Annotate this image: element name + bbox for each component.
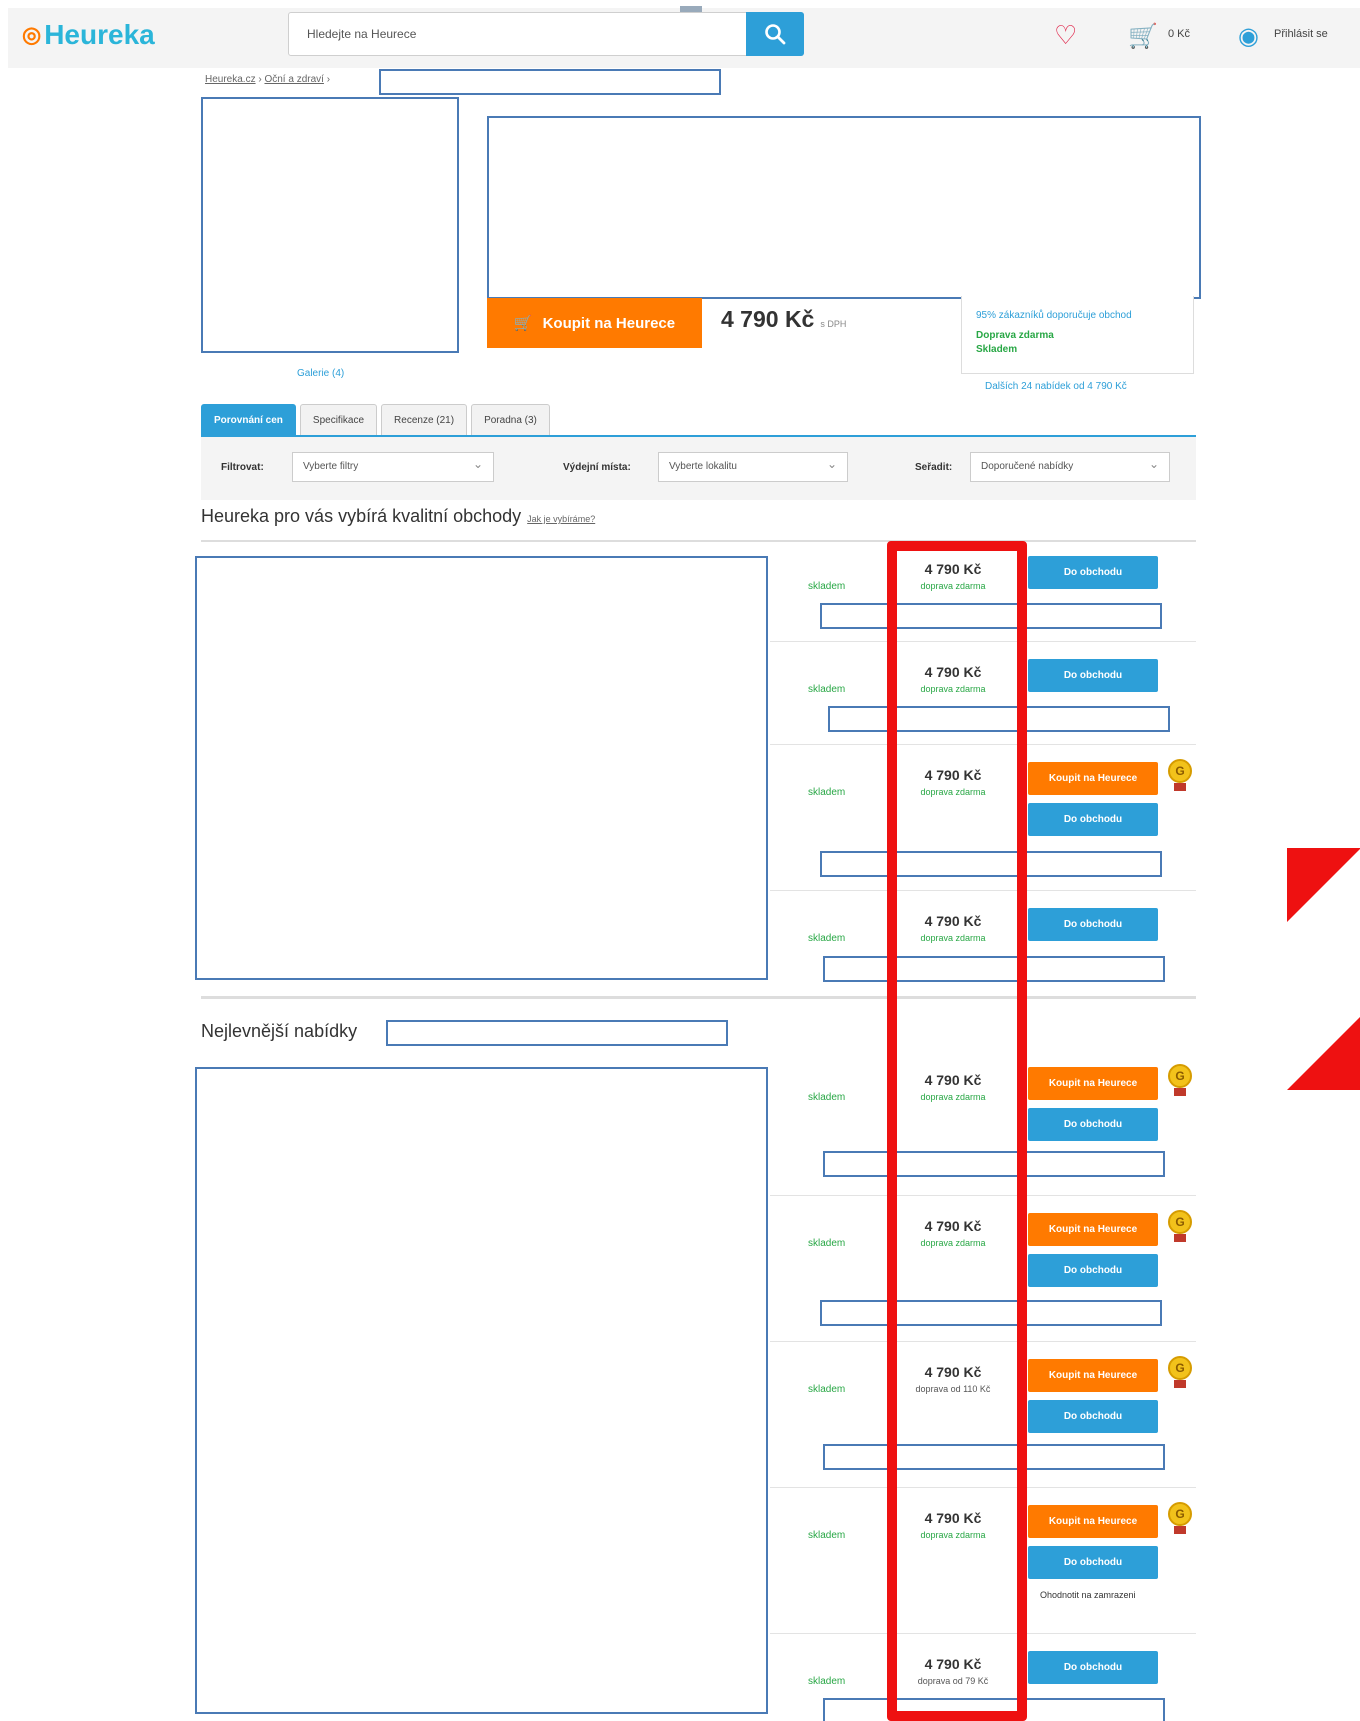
badge-coin: G xyxy=(1168,759,1192,783)
search-icon xyxy=(765,24,786,45)
go-to-shop-button[interactable]: Do obchodu xyxy=(1028,556,1158,589)
annotation-triangle-top xyxy=(1287,848,1360,922)
buy-on-heureka-button[interactable]: Koupit na Heurece xyxy=(1028,1505,1158,1538)
quality-section-heading: Heureka pro vás vybírá kvalitní obchody xyxy=(201,506,522,526)
go-to-shop-button[interactable]: Do obchodu xyxy=(1028,1108,1158,1141)
section-divider xyxy=(201,996,1196,999)
offer-stock: skladem xyxy=(808,1384,846,1395)
badge-coin: G xyxy=(1168,1502,1192,1526)
heureka-logo[interactable]: ◎ Heureka xyxy=(22,19,155,51)
quality-badge-icon: G xyxy=(1168,1502,1192,1536)
cheapest-section-title: Nejlevnější nabídky xyxy=(201,1021,357,1042)
offer-stock: skladem xyxy=(808,933,846,944)
badge-ribbon xyxy=(1174,1380,1186,1388)
breadcrumb-home[interactable]: Heureka.cz xyxy=(205,74,256,85)
sort-label: Seřadit: xyxy=(915,462,953,473)
cart-price[interactable]: 0 Kč xyxy=(1168,28,1190,40)
tab-price-comparison[interactable]: Porovnání cen xyxy=(201,404,296,436)
pickup-select-value: Vyberte lokalitu xyxy=(669,461,737,472)
logo-search-icon: ◎ xyxy=(22,22,42,47)
badge-coin: G xyxy=(1168,1356,1192,1380)
badge-ribbon xyxy=(1174,1088,1186,1096)
offer-stock: skladem xyxy=(808,684,846,695)
tab-advice[interactable]: Poradna (3) xyxy=(471,404,550,436)
pickup-label: Výdejní místa: xyxy=(563,462,631,473)
filter-select-value: Vyberte filtry xyxy=(303,461,359,472)
offer-stock: skladem xyxy=(808,1238,846,1249)
quality-badge-icon: G xyxy=(1168,759,1192,793)
filter-select[interactable]: Vyberte filtry xyxy=(292,452,494,482)
cart-icon[interactable]: 🛒 xyxy=(1128,22,1158,51)
main-price-vat: s DPH xyxy=(820,319,847,329)
badge-ribbon xyxy=(1174,783,1186,791)
search-placeholder: Hledejte na Heurece xyxy=(307,27,417,41)
search-button[interactable] xyxy=(746,12,804,56)
quality-badge-icon: G xyxy=(1168,1356,1192,1390)
filter-label: Filtrovat: xyxy=(221,462,264,473)
go-to-shop-button[interactable]: Do obchodu xyxy=(1028,803,1158,836)
login-link[interactable]: Přihlásit se xyxy=(1274,28,1328,40)
redacted-shop-list-box xyxy=(195,1067,768,1714)
breadcrumb-category[interactable]: Oční a zdraví xyxy=(264,74,323,85)
search-input[interactable]: Hledejte na Heurece xyxy=(288,12,804,56)
buy-on-heureka-button[interactable]: Koupit na Heurece xyxy=(1028,762,1158,795)
pickup-select[interactable]: Vyberte lokalitu xyxy=(658,452,848,482)
redacted-shop-list-box xyxy=(195,556,768,980)
cart-icon: 🛒 xyxy=(513,315,533,332)
go-to-shop-button[interactable]: Do obchodu xyxy=(1028,1651,1158,1684)
price-column-highlight xyxy=(887,541,1027,1721)
badge-ribbon xyxy=(1174,1234,1186,1242)
rate-shop-note[interactable]: Ohodnotit na zamrazeni xyxy=(1040,1590,1136,1600)
tab-specifications[interactable]: Specifikace xyxy=(299,404,378,436)
offer-stock: skladem xyxy=(808,1676,846,1687)
sort-select[interactable]: Doporučené nabídky xyxy=(970,452,1170,482)
redacted-breadcrumb-box xyxy=(379,69,721,95)
offer-stock: skladem xyxy=(808,581,846,592)
recommend-text[interactable]: 95% zákazníků doporučuje obchod xyxy=(976,306,1179,326)
offer-stock: skladem xyxy=(808,787,846,798)
offer-stock: skladem xyxy=(808,1092,846,1103)
gallery-link[interactable]: Galerie (4) xyxy=(297,368,344,379)
buy-on-heureka-button[interactable]: Koupit na Heurece xyxy=(1028,1359,1158,1392)
go-to-shop-button[interactable]: Do obchodu xyxy=(1028,1400,1158,1433)
badge-coin: G xyxy=(1168,1210,1192,1234)
quality-section-title: Heureka pro vás vybírá kvalitní obchody J… xyxy=(201,506,595,527)
logo-text: Heureka xyxy=(44,19,155,50)
product-tabs: Porovnání cen Specifikace Recenze (21) P… xyxy=(201,404,550,436)
offer-stock: skladem xyxy=(808,1530,846,1541)
quality-badge-icon: G xyxy=(1168,1064,1192,1098)
sort-select-value: Doporučené nabídky xyxy=(981,461,1074,472)
main-price-value: 4 790 Kč xyxy=(721,306,815,332)
badge-ribbon xyxy=(1174,1526,1186,1534)
go-to-shop-button[interactable]: Do obchodu xyxy=(1028,1254,1158,1287)
buy-on-heureka-main-button[interactable]: 🛒 Koupit na Heurece xyxy=(487,298,702,348)
badge-coin: G xyxy=(1168,1064,1192,1088)
stock-text: Skladem xyxy=(976,344,1018,355)
annotation-triangle-bottom xyxy=(1287,1016,1360,1090)
tab-reviews[interactable]: Recenze (21) xyxy=(381,404,468,436)
cheapest-section-heading: Nejlevnější nabídky xyxy=(201,1021,358,1041)
go-to-shop-button[interactable]: Do obchodu xyxy=(1028,908,1158,941)
redacted-section-box xyxy=(386,1020,728,1046)
buy-on-heureka-button[interactable]: Koupit na Heurece xyxy=(1028,1067,1158,1100)
buy-main-label: Koupit na Heurece xyxy=(542,314,676,332)
main-price: 4 790 Kč s DPH xyxy=(721,306,846,333)
user-icon[interactable]: ◉ xyxy=(1238,22,1259,51)
quality-badge-icon: G xyxy=(1168,1210,1192,1244)
quality-section-link[interactable]: Jak je vybíráme? xyxy=(527,514,595,524)
section-divider xyxy=(201,540,1196,542)
buy-on-heureka-button[interactable]: Koupit na Heurece xyxy=(1028,1213,1158,1246)
shop-info-card: 95% zákazníků doporučuje obchod Doprava … xyxy=(961,296,1194,374)
breadcrumb: Heureka.cz › Oční a zdraví › xyxy=(205,74,331,85)
product-image-box[interactable] xyxy=(201,97,459,353)
go-to-shop-button[interactable]: Do obchodu xyxy=(1028,1546,1158,1579)
redacted-product-info-box xyxy=(487,116,1201,299)
heart-icon[interactable]: ♡ xyxy=(1054,20,1077,51)
go-to-shop-button[interactable]: Do obchodu xyxy=(1028,659,1158,692)
more-offers-link[interactable]: Dalších 24 nabídek od 4 790 Kč xyxy=(985,381,1127,392)
